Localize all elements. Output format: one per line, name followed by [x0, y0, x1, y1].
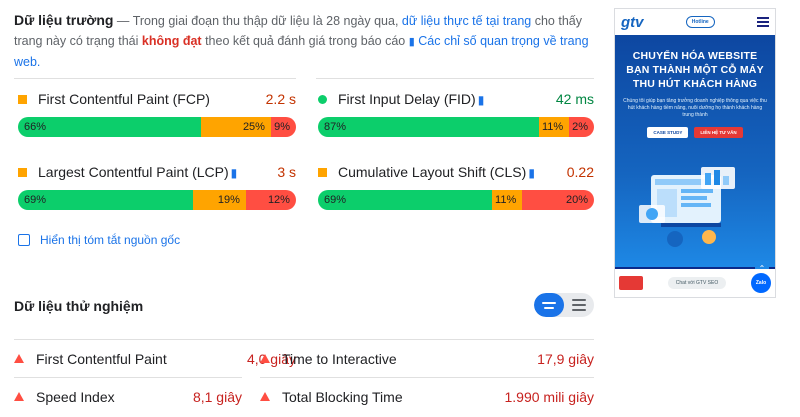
bar-poor: 20% — [522, 190, 594, 210]
hamburger-menu-icon — [756, 17, 769, 27]
preview-headline: CHUYỂN HÓA WEBSITE BẠN THÀNH MỘT CỖ MÁY … — [626, 50, 764, 90]
lab-data-title: Dữ liệu thử nghiệm — [14, 298, 144, 314]
contact-button: LIÊN HỆ TƯ VẤN — [694, 127, 743, 138]
bookmark-icon: ▮ — [230, 166, 238, 180]
origin-summary-label: Hiển thị tóm tắt nguồn gốc — [40, 233, 181, 247]
bar-average: 19% — [193, 190, 246, 210]
metric-name: First Input Delay (FID) ▮ — [338, 91, 485, 107]
field-desc-1: Trong giai đoạn thu thập dữ liệu là 28 n… — [132, 14, 399, 28]
real-data-link[interactable]: dữ liệu thực tế tại trang — [402, 14, 531, 28]
distribution-bar: 87% 11% 2% — [318, 117, 594, 137]
origin-summary-checkbox[interactable] — [18, 234, 30, 246]
compact-view-icon[interactable] — [534, 293, 564, 317]
metric-cls: Cumulative Layout Shift (CLS) ▮ 0.22 69% … — [318, 162, 594, 210]
preview-subtext: Chúng tôi giúp bạn tăng trưởng doanh ngh… — [623, 98, 767, 118]
bar-average: 11% — [538, 117, 570, 137]
metric-fcp: First Contentful Paint (FCP) 2.2 s 66% 2… — [18, 89, 296, 137]
distribution-bar: 69% 11% 20% — [318, 190, 594, 210]
metric-name: Total Blocking Time — [282, 388, 403, 405]
bar-average: 25% — [201, 117, 271, 137]
poor-indicator-icon — [14, 354, 24, 363]
field-data-header: Dữ liệu trường — Trong giai đoạn thu thậ… — [14, 10, 594, 72]
zalo-icon: Zalo — [751, 273, 771, 293]
bookmark-icon: ▮ — [528, 166, 535, 180]
metric-value: 1.990 mili giây — [504, 388, 595, 405]
poor-indicator-icon — [14, 392, 24, 401]
gtv-logo: gtv — [621, 13, 644, 31]
metric-fid: First Input Delay (FID) ▮ 42 ms 87% 11% 2… — [318, 89, 594, 137]
bookmark-icon: ▮ — [408, 36, 415, 48]
poor-indicator-icon — [260, 354, 270, 363]
bookmark-icon: ▮ — [477, 93, 485, 107]
lab-metric-speed-index: Speed Index 8,1 giây — [14, 377, 242, 415]
metric-value: 2.2 s — [265, 91, 296, 107]
average-indicator-icon — [18, 167, 27, 177]
hotline-badge: Hotline — [685, 16, 715, 28]
poor-indicator-icon — [260, 392, 270, 401]
metric-name: Speed Index — [36, 388, 115, 405]
bar-good: 69% — [18, 190, 194, 210]
metric-value: 3 s — [277, 164, 296, 180]
metric-lcp: Largest Contentful Paint (LCP) ▮ 3 s 69% … — [18, 162, 296, 210]
lab-metric-tti: Time to Interactive 17,9 giây — [260, 339, 594, 377]
bar-good: 69% — [318, 190, 492, 210]
divider — [14, 78, 296, 79]
distribution-bar: 69% 19% 12% — [18, 190, 296, 210]
case-study-button: CASE STUDY — [647, 127, 689, 138]
origin-summary-toggle[interactable]: Hiển thị tóm tắt nguồn gốc — [18, 233, 180, 247]
bar-average: 11% — [491, 190, 523, 210]
good-indicator-icon — [318, 94, 327, 104]
bar-good: 66% — [18, 117, 202, 137]
metric-value: 42 ms — [555, 91, 594, 107]
preview-hero: CHUYỂN HÓA WEBSITE BẠN THÀNH MỘT CỖ MÁY … — [615, 35, 775, 275]
preview-footer: Chat với GTV SEO Zalo — [615, 269, 775, 297]
metric-name: Cumulative Layout Shift (CLS) ▮ — [338, 164, 535, 180]
metric-name: Time to Interactive — [282, 350, 397, 367]
metric-value: 8,1 giây — [192, 388, 242, 405]
lab-metric-tbt: Total Blocking Time 1.990 mili giây — [260, 377, 594, 415]
lab-metric-fcp: First Contentful Paint 4,0 giây — [14, 339, 296, 377]
illustration-image — [639, 167, 735, 247]
metric-name: First Contentful Paint — [36, 350, 167, 367]
metric-name: First Contentful Paint (FCP) — [38, 91, 210, 107]
title-dash: — — [113, 14, 133, 28]
chat-widget: Chat với GTV SEO — [667, 277, 727, 289]
promo-badge — [619, 276, 643, 290]
expanded-view-icon[interactable] — [564, 293, 594, 317]
view-toggle[interactable] — [534, 293, 594, 317]
field-data-title: Dữ liệu trường — [14, 12, 114, 28]
bar-poor: 2% — [569, 117, 594, 137]
metric-value: 0.22 — [566, 164, 594, 180]
distribution-bar: 66% 25% 9% — [18, 117, 296, 137]
metric-value: 17,9 giây — [537, 350, 594, 367]
status-failed: không đạt — [141, 34, 202, 48]
page-screenshot-preview: gtv Hotline CHUYỂN HÓA WEBSITE BẠN THÀNH… — [614, 8, 776, 298]
average-indicator-icon — [18, 94, 27, 104]
bar-good: 87% — [318, 117, 539, 137]
preview-header: gtv Hotline — [615, 9, 775, 35]
divider — [316, 78, 594, 79]
metric-name: Largest Contentful Paint (LCP) ▮ — [38, 164, 238, 180]
bar-poor: 12% — [245, 190, 296, 210]
bar-poor: 9% — [270, 117, 296, 137]
average-indicator-icon — [318, 167, 327, 177]
field-desc-3: theo kết quả đánh giá trong báo cáo — [205, 34, 406, 48]
